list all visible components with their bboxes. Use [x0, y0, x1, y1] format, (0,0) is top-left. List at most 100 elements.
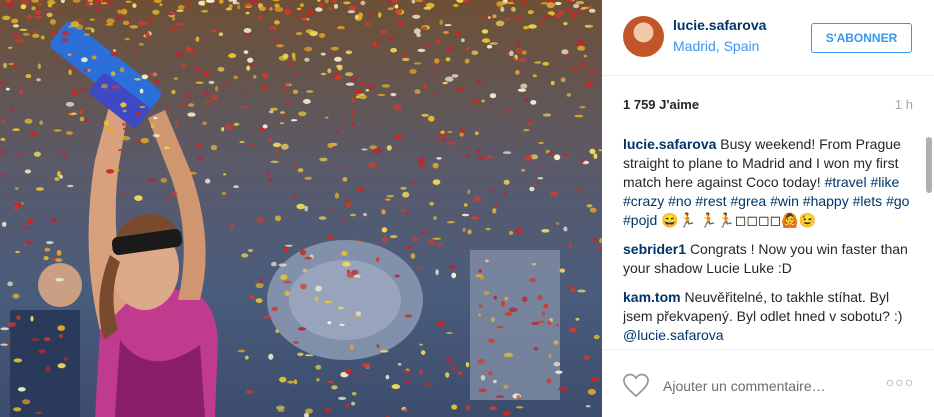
confetti-piece — [435, 136, 440, 140]
confetti-piece — [188, 103, 195, 107]
confetti-piece — [432, 179, 441, 186]
scrollbar-thumb[interactable] — [926, 137, 932, 193]
confetti-piece — [477, 156, 486, 160]
confetti-piece — [11, 18, 19, 24]
avatar[interactable] — [623, 16, 664, 57]
confetti-piece — [411, 0, 416, 4]
confetti-piece — [327, 321, 332, 325]
confetti-piece — [553, 361, 561, 367]
comment-username[interactable]: kam.tom — [623, 289, 681, 305]
confetti-piece — [402, 191, 410, 198]
confetti-piece — [451, 272, 457, 279]
comments-scrollbar[interactable] — [925, 130, 933, 350]
confetti-piece — [22, 399, 31, 405]
confetti-piece — [50, 218, 58, 223]
confetti-piece — [393, 104, 402, 111]
confetti-piece — [147, 178, 157, 183]
confetti-piece — [118, 149, 123, 151]
confetti-piece — [517, 58, 527, 62]
hashtag-link[interactable]: #crazy — [623, 193, 664, 209]
hashtag-link[interactable]: #win — [770, 193, 799, 209]
confetti-piece — [121, 122, 127, 126]
location-link[interactable]: Madrid, Spain — [673, 38, 759, 54]
confetti-piece — [432, 162, 439, 169]
confetti-piece — [243, 50, 249, 54]
confetti-piece — [342, 261, 351, 267]
confetti-piece — [368, 83, 375, 89]
confetti-piece — [343, 1, 351, 5]
confetti-piece — [377, 93, 386, 97]
confetti-piece — [529, 277, 536, 283]
confetti-piece — [445, 372, 450, 378]
confetti-piece — [297, 352, 304, 356]
hashtag-link[interactable]: #no — [668, 193, 691, 209]
confetti-piece — [299, 249, 307, 256]
confetti-piece — [446, 357, 453, 363]
author-username[interactable]: lucie.safarova — [673, 17, 766, 33]
hashtag-link[interactable]: #pojd — [623, 212, 657, 228]
confetti-piece — [243, 28, 252, 33]
confetti-piece — [61, 30, 70, 36]
hashtag-link[interactable]: #like — [870, 174, 899, 190]
hashtag-link[interactable]: #travel — [825, 174, 867, 190]
confetti-piece — [481, 38, 491, 43]
confetti-piece — [568, 242, 573, 248]
confetti-piece — [381, 227, 388, 233]
confetti-piece — [270, 107, 278, 111]
post-time[interactable]: 1 h — [895, 97, 913, 112]
confetti-piece — [284, 82, 290, 86]
confetti-piece — [84, 27, 94, 30]
confetti-piece — [274, 20, 280, 25]
confetti-piece — [448, 264, 456, 269]
confetti-piece — [467, 0, 473, 4]
confetti-piece — [281, 143, 289, 150]
confetti-piece — [451, 365, 457, 371]
confetti-piece — [70, 90, 79, 95]
confetti-piece — [89, 18, 95, 21]
confetti-piece — [386, 195, 395, 198]
confetti-piece — [25, 74, 32, 79]
confetti-piece — [333, 3, 339, 9]
comments-list[interactable]: lucie.safarova Busy weekend! From Prague… — [623, 135, 919, 348]
confetti-piece — [538, 19, 545, 23]
add-comment-input[interactable] — [663, 376, 873, 396]
confetti-piece — [418, 162, 426, 168]
likes-count[interactable]: 1 759 J'aime — [623, 97, 699, 112]
post-photo[interactable] — [0, 0, 602, 417]
heart-icon[interactable] — [622, 372, 650, 398]
mention-link[interactable]: @lucie.safarova — [623, 327, 724, 343]
more-options-icon[interactable]: ○○○ — [885, 374, 915, 394]
confetti-piece — [359, 81, 366, 87]
confetti-piece — [402, 408, 409, 413]
confetti-piece — [515, 48, 524, 54]
confetti-piece — [343, 166, 347, 170]
confetti-piece — [141, 74, 149, 80]
comment-username[interactable]: sebrider1 — [623, 241, 686, 257]
confetti-piece — [93, 6, 103, 11]
confetti-piece — [376, 344, 380, 349]
confetti-piece — [580, 7, 586, 10]
hashtag-link[interactable]: #rest — [695, 193, 726, 209]
confetti-piece — [70, 21, 80, 28]
hashtag-link[interactable]: #grea — [730, 193, 766, 209]
hashtag-link[interactable]: #happy — [803, 193, 849, 209]
confetti-piece — [159, 3, 163, 6]
confetti-piece — [320, 52, 326, 56]
confetti-piece — [270, 160, 279, 163]
confetti-piece — [279, 111, 286, 114]
confetti-piece — [462, 227, 466, 233]
confetti-piece — [318, 216, 327, 220]
confetti-piece — [569, 327, 577, 333]
post-footer: ○○○ — [602, 349, 934, 417]
confetti-piece — [447, 141, 457, 145]
confetti-piece — [58, 150, 68, 153]
comment-username[interactable]: lucie.safarova — [623, 136, 716, 152]
hashtag-link[interactable]: #lets — [853, 193, 883, 209]
confetti-piece — [232, 1, 240, 5]
confetti-piece — [12, 128, 20, 132]
confetti-piece — [453, 3, 459, 8]
follow-button[interactable]: S'ABONNER — [811, 23, 912, 53]
confetti-piece — [385, 374, 390, 380]
hashtag-link[interactable]: #go — [886, 193, 909, 209]
confetti-piece — [225, 80, 232, 84]
